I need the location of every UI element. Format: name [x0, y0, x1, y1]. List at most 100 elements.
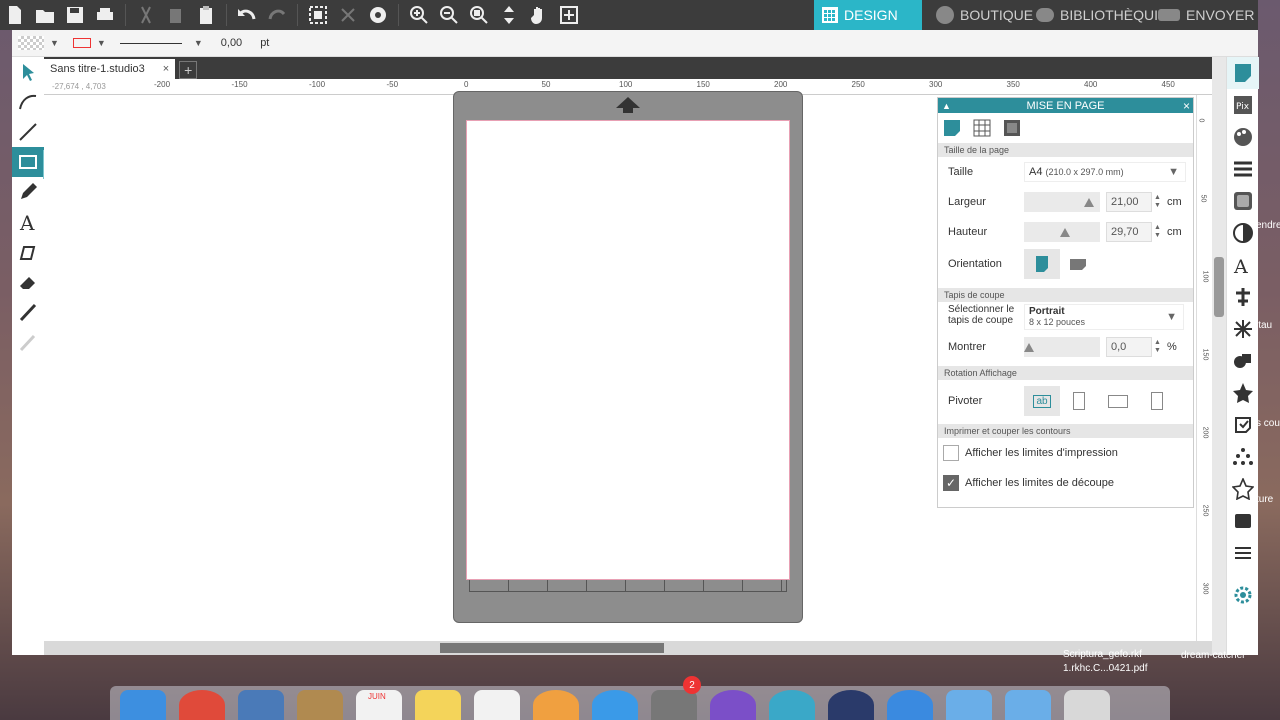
tab-send[interactable]: ENVOYER	[1150, 0, 1262, 30]
folder-icon[interactable]	[946, 690, 992, 720]
star-outline-icon[interactable]	[1227, 473, 1259, 505]
background-tab-icon[interactable]	[1002, 118, 1022, 138]
downloads-folder-icon[interactable]	[1005, 690, 1051, 720]
photos-icon[interactable]	[533, 690, 579, 720]
transparency-icon[interactable]	[1227, 217, 1259, 249]
undo-icon[interactable]	[232, 0, 262, 30]
slider-thumb[interactable]	[1024, 343, 1034, 352]
desktop-file-name[interactable]: dream-catcher	[1181, 650, 1245, 661]
new-file-icon[interactable]	[0, 0, 30, 30]
fill-pattern-swatch[interactable]	[18, 36, 44, 50]
knife-tool[interactable]	[12, 297, 44, 327]
rotate-90-button[interactable]	[1060, 386, 1098, 416]
group-icon[interactable]	[303, 0, 333, 30]
page-setup-icon[interactable]	[1227, 57, 1259, 89]
horizontal-scroll-thumb[interactable]	[440, 643, 664, 653]
open-folder-icon[interactable]	[30, 0, 60, 30]
move-icon[interactable]	[494, 0, 524, 30]
stepper-icon[interactable]: ▲ ▼	[1154, 194, 1161, 210]
grid-tab-icon[interactable]	[972, 118, 992, 138]
pixscan-icon[interactable]: Pix	[1227, 89, 1259, 121]
close-icon[interactable]: ×	[1183, 99, 1190, 113]
vertical-scroll-thumb[interactable]	[1214, 257, 1224, 317]
zoom-out-icon[interactable]	[434, 0, 464, 30]
slider-thumb[interactable]	[1060, 228, 1070, 237]
calendar-icon[interactable]: JUIN	[356, 690, 402, 720]
contacts-icon[interactable]	[297, 690, 343, 720]
width-slider[interactable]	[1024, 192, 1100, 212]
height-slider[interactable]	[1024, 222, 1100, 242]
silhouette-studio-icon[interactable]	[769, 690, 815, 720]
ungroup-icon[interactable]	[333, 0, 363, 30]
trace-icon[interactable]	[1227, 409, 1259, 441]
cut-icon[interactable]	[131, 0, 161, 30]
design-page[interactable]	[466, 120, 790, 580]
eyedropper-tool[interactable]	[12, 327, 44, 357]
close-icon[interactable]: ×	[163, 63, 169, 75]
send-library-icon[interactable]	[1227, 505, 1259, 537]
trash-icon[interactable]	[1064, 690, 1110, 720]
print-limits-checkbox[interactable]	[943, 445, 959, 461]
stepper-icon[interactable]: ▲ ▼	[1154, 339, 1161, 355]
mail-icon[interactable]	[238, 690, 284, 720]
height-input[interactable]: 29,70	[1106, 222, 1152, 242]
desktop-file-name[interactable]: 1.rkhc.C...0421.pdf	[1063, 663, 1148, 674]
add-page-icon[interactable]	[554, 0, 584, 30]
add-tab-button[interactable]: +	[179, 61, 198, 79]
line-tool[interactable]	[12, 117, 44, 147]
chevron-down-icon[interactable]: ▼	[97, 38, 106, 48]
landscape-button[interactable]	[1060, 249, 1096, 279]
chevron-down-icon[interactable]: ▼	[50, 38, 59, 48]
palette-icon[interactable]	[1227, 121, 1259, 153]
fill-pattern-icon[interactable]	[1227, 185, 1259, 217]
line-style-icon[interactable]	[1227, 153, 1259, 185]
chrome-icon[interactable]	[179, 690, 225, 720]
finder-icon[interactable]	[120, 690, 166, 720]
settings-gear-icon[interactable]	[1227, 579, 1259, 611]
system-preferences-icon[interactable]: 2	[651, 676, 701, 720]
paste-icon[interactable]	[191, 0, 221, 30]
layers-icon[interactable]	[1227, 537, 1259, 569]
pencil-tool[interactable]	[12, 177, 44, 207]
rotate-270-button[interactable]	[1138, 386, 1176, 416]
zoom-fit-icon[interactable]	[464, 0, 494, 30]
sketch-dots-icon[interactable]	[1227, 441, 1259, 473]
rotate-0-button[interactable]: ab	[1024, 386, 1060, 416]
tab-document[interactable]: Sans titre-1.studio3 ×	[44, 59, 176, 79]
mat-select[interactable]: Portrait 8 x 12 pouces ▼	[1024, 304, 1184, 330]
portrait-button[interactable]	[1024, 249, 1060, 279]
line-weight-value[interactable]: 0,00	[221, 37, 242, 49]
app-icon[interactable]	[828, 690, 874, 720]
tab-store[interactable]: BOUTIQUE	[928, 0, 1041, 30]
stepper-icon[interactable]: ▲ ▼	[1154, 224, 1161, 240]
line-color-swatch[interactable]	[72, 38, 91, 48]
safari-icon[interactable]	[887, 690, 933, 720]
desktop-file-name[interactable]: Scriptura_gefo.rkf	[1063, 649, 1142, 660]
text-tool[interactable]: A	[12, 207, 44, 237]
replicate-panel-icon[interactable]	[1227, 313, 1259, 345]
copy-icon[interactable]	[161, 0, 191, 30]
star-offset-icon[interactable]	[1227, 377, 1259, 409]
rotate-180-button[interactable]	[1098, 386, 1138, 416]
tab-design[interactable]: DESIGN	[814, 0, 922, 30]
size-select[interactable]: A4 (210.0 x 297.0 mm) ▼	[1024, 162, 1186, 182]
collapse-icon[interactable]: ▲	[942, 101, 951, 111]
edit-points-tool[interactable]	[12, 87, 44, 117]
text-style-icon[interactable]: A	[1227, 249, 1259, 281]
vertical-scrollbar[interactable]	[1212, 57, 1226, 655]
slider-thumb[interactable]	[1084, 198, 1094, 207]
rectangle-tool[interactable]	[12, 147, 44, 177]
select-tool[interactable]	[12, 57, 44, 87]
show-input[interactable]: 0,0	[1106, 337, 1152, 357]
replicate-icon[interactable]	[363, 0, 393, 30]
save-icon[interactable]	[60, 0, 90, 30]
width-input[interactable]: 21,00	[1106, 192, 1152, 212]
pan-hand-icon[interactable]	[524, 0, 554, 30]
zoom-in-icon[interactable]	[404, 0, 434, 30]
notes-icon[interactable]	[415, 690, 461, 720]
show-slider[interactable]	[1024, 337, 1100, 357]
print-icon[interactable]	[90, 0, 120, 30]
viber-icon[interactable]	[710, 690, 756, 720]
line-style-preview[interactable]	[119, 42, 182, 44]
page-tab-icon[interactable]	[942, 118, 962, 138]
